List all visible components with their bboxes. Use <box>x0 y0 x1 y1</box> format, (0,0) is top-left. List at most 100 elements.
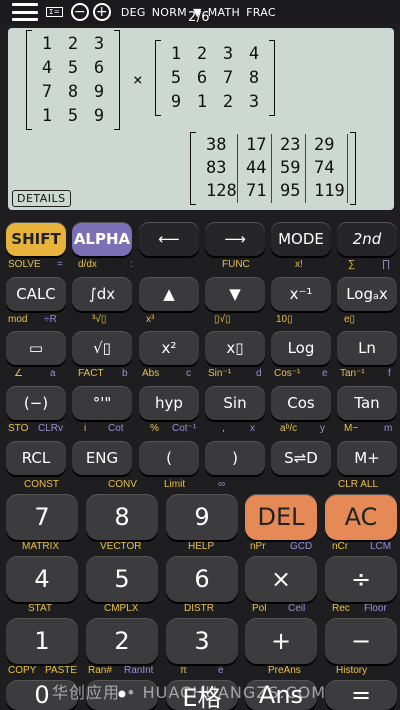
calculator-display: 123456789159 × 123456789123 38 17 23 29 83 44… <box>8 28 394 210</box>
left-arrow-button[interactable]: ⟵ <box>139 222 199 256</box>
key-label-r3-acos: Cos⁻¹ <box>274 368 301 379</box>
four-button[interactable]: 4 <box>6 556 78 602</box>
key-label-r1-sum: ∑ <box>348 259 356 270</box>
key-label-r1-colon: : <box>130 259 133 270</box>
five-button[interactable]: 5 <box>86 556 158 602</box>
times-button[interactable]: × <box>245 556 317 602</box>
matrix-result: 38 17 23 29 83 44 59 74 128 71 95 119 <box>190 132 356 205</box>
lparen-button[interactable]: ( <box>139 441 199 475</box>
rparen-button[interactable]: ) <box>205 441 265 475</box>
key-label-r4-m: m <box>384 423 393 434</box>
m3-cell: 74 <box>306 157 348 180</box>
one-button[interactable]: 1 <box>6 618 78 664</box>
key-label-r7-cmplx: CMPLX <box>104 603 139 614</box>
key-label-r5-const: CONST <box>24 479 59 490</box>
ac-button[interactable]: AC <box>325 494 397 540</box>
down-arrow-button[interactable]: ▼ <box>205 277 265 311</box>
inverse-button[interactable]: x⁻¹ <box>271 277 331 311</box>
alpha-button[interactable]: ALPHA <box>72 222 132 256</box>
key-label-r6-npr: nPr <box>250 541 266 552</box>
m3-cell: 23 <box>272 134 306 157</box>
six-button[interactable]: 6 <box>166 556 238 602</box>
key-label-r5-inf: ∞ <box>218 479 226 490</box>
key-label-r3-angle: ∠ <box>14 368 23 379</box>
power-button[interactable]: x▯ <box>205 331 265 365</box>
key-label-r6-ncr: nCr <box>332 541 349 552</box>
key-label-r7-floor: Floor <box>364 603 387 614</box>
key-label-r6-gcd: GCD <box>290 541 313 552</box>
sin-button[interactable]: Sin <box>205 386 265 420</box>
key-label-r4-clrv: CLRv <box>38 423 64 434</box>
m3-cell: 44 <box>238 157 272 180</box>
del-button[interactable]: DEL <box>245 494 317 540</box>
sqrt-button[interactable]: √▯ <box>72 331 132 365</box>
m1-cell: 7 <box>41 82 53 102</box>
key-label-r1-solve: SOLVE <box>8 259 41 270</box>
minus-circle-icon[interactable]: − <box>70 3 89 21</box>
m1-cell: 6 <box>93 58 105 78</box>
log-button[interactable]: Log <box>271 331 331 365</box>
key-label-r7-pol: Pol <box>252 603 267 614</box>
details-button[interactable]: DETAILS <box>12 190 71 207</box>
equals-button[interactable]: = <box>325 680 397 710</box>
cos-button[interactable]: Cos <box>271 386 331 420</box>
m2-cell: 2 <box>196 44 208 64</box>
square-button[interactable]: x² <box>139 331 199 365</box>
key-label-r4-pct: % <box>150 423 159 434</box>
s-d-button[interactable]: S⇌D <box>271 441 331 475</box>
shift-button[interactable]: SHIFT <box>6 222 66 256</box>
key-label-r8-history: History <box>336 665 368 676</box>
angle-mode: DEG <box>120 5 146 19</box>
nine-button[interactable]: 9 <box>166 494 238 540</box>
m3-cell: 17 <box>238 134 272 157</box>
menu-icon[interactable] <box>12 3 38 21</box>
ln-button[interactable]: Ln <box>337 331 397 365</box>
stat-indicator: Σ= <box>46 7 63 17</box>
three-button[interactable]: 3 <box>166 618 238 664</box>
key-label-r4-sto: STO <box>8 423 29 434</box>
eng-button[interactable]: ENG <box>72 441 132 475</box>
key-label-r2-mod: mod <box>8 314 28 325</box>
key-label-r1-prod: ∏ <box>382 259 391 270</box>
two-button[interactable]: 2 <box>86 618 158 664</box>
divide-button[interactable]: ÷ <box>325 556 397 602</box>
plus-button[interactable]: + <box>245 618 317 664</box>
key-label-r6-lcm: LCM <box>370 541 392 552</box>
negative-button[interactable]: (−) <box>6 386 66 420</box>
right-arrow-button[interactable]: ⟶ <box>205 222 265 256</box>
hyp-button[interactable]: hyp <box>139 386 199 420</box>
eight-button[interactable]: 8 <box>86 494 158 540</box>
mode-button[interactable]: MODE <box>271 222 331 256</box>
dms-button[interactable]: °'" <box>72 386 132 420</box>
number-mode: NORM <box>151 5 187 19</box>
m1-cell: 3 <box>93 34 105 54</box>
key-label-r3-b: b <box>122 368 128 379</box>
log-base-button[interactable]: Logₐx <box>337 277 397 311</box>
key-label-r3-c: c <box>186 368 191 379</box>
tan-button[interactable]: Tan <box>337 386 397 420</box>
watermark: 华创应用 • HUACHUANGZS.COM <box>52 683 327 702</box>
plus-circle-icon[interactable]: + <box>92 3 111 21</box>
frac-mode: FRAC <box>246 5 276 19</box>
m1-cell: 5 <box>67 106 79 126</box>
key-label-r4-y: y <box>320 423 325 434</box>
key-label-r8-ran: Ran# <box>88 665 112 676</box>
m3-cell: 128 <box>198 180 238 203</box>
key-label-r8-pi: π <box>180 665 187 676</box>
m3-cell: 119 <box>306 180 348 203</box>
key-label-r4-i: i <box>84 423 87 434</box>
calc-button[interactable]: CALC <box>6 277 66 311</box>
integral-button[interactable]: ∫dx <box>72 277 132 311</box>
m3-cell: 38 <box>198 134 238 157</box>
second-button[interactable]: 2nd <box>337 222 397 256</box>
seven-button[interactable]: 7 <box>6 494 78 540</box>
key-label-r5-limit: Limit <box>164 479 186 490</box>
key-label-r4-cot: Cot <box>108 423 124 434</box>
rcl-button[interactable]: RCL <box>6 441 66 475</box>
m-plus-button[interactable]: M+ <box>337 441 397 475</box>
fraction-button[interactable]: ▭ <box>6 331 66 365</box>
key-label-r2-cube: x³ <box>146 314 155 325</box>
math-mode: MATH <box>207 5 241 19</box>
minus-button[interactable]: − <box>325 618 397 664</box>
up-arrow-button[interactable]: ▲ <box>139 277 199 311</box>
